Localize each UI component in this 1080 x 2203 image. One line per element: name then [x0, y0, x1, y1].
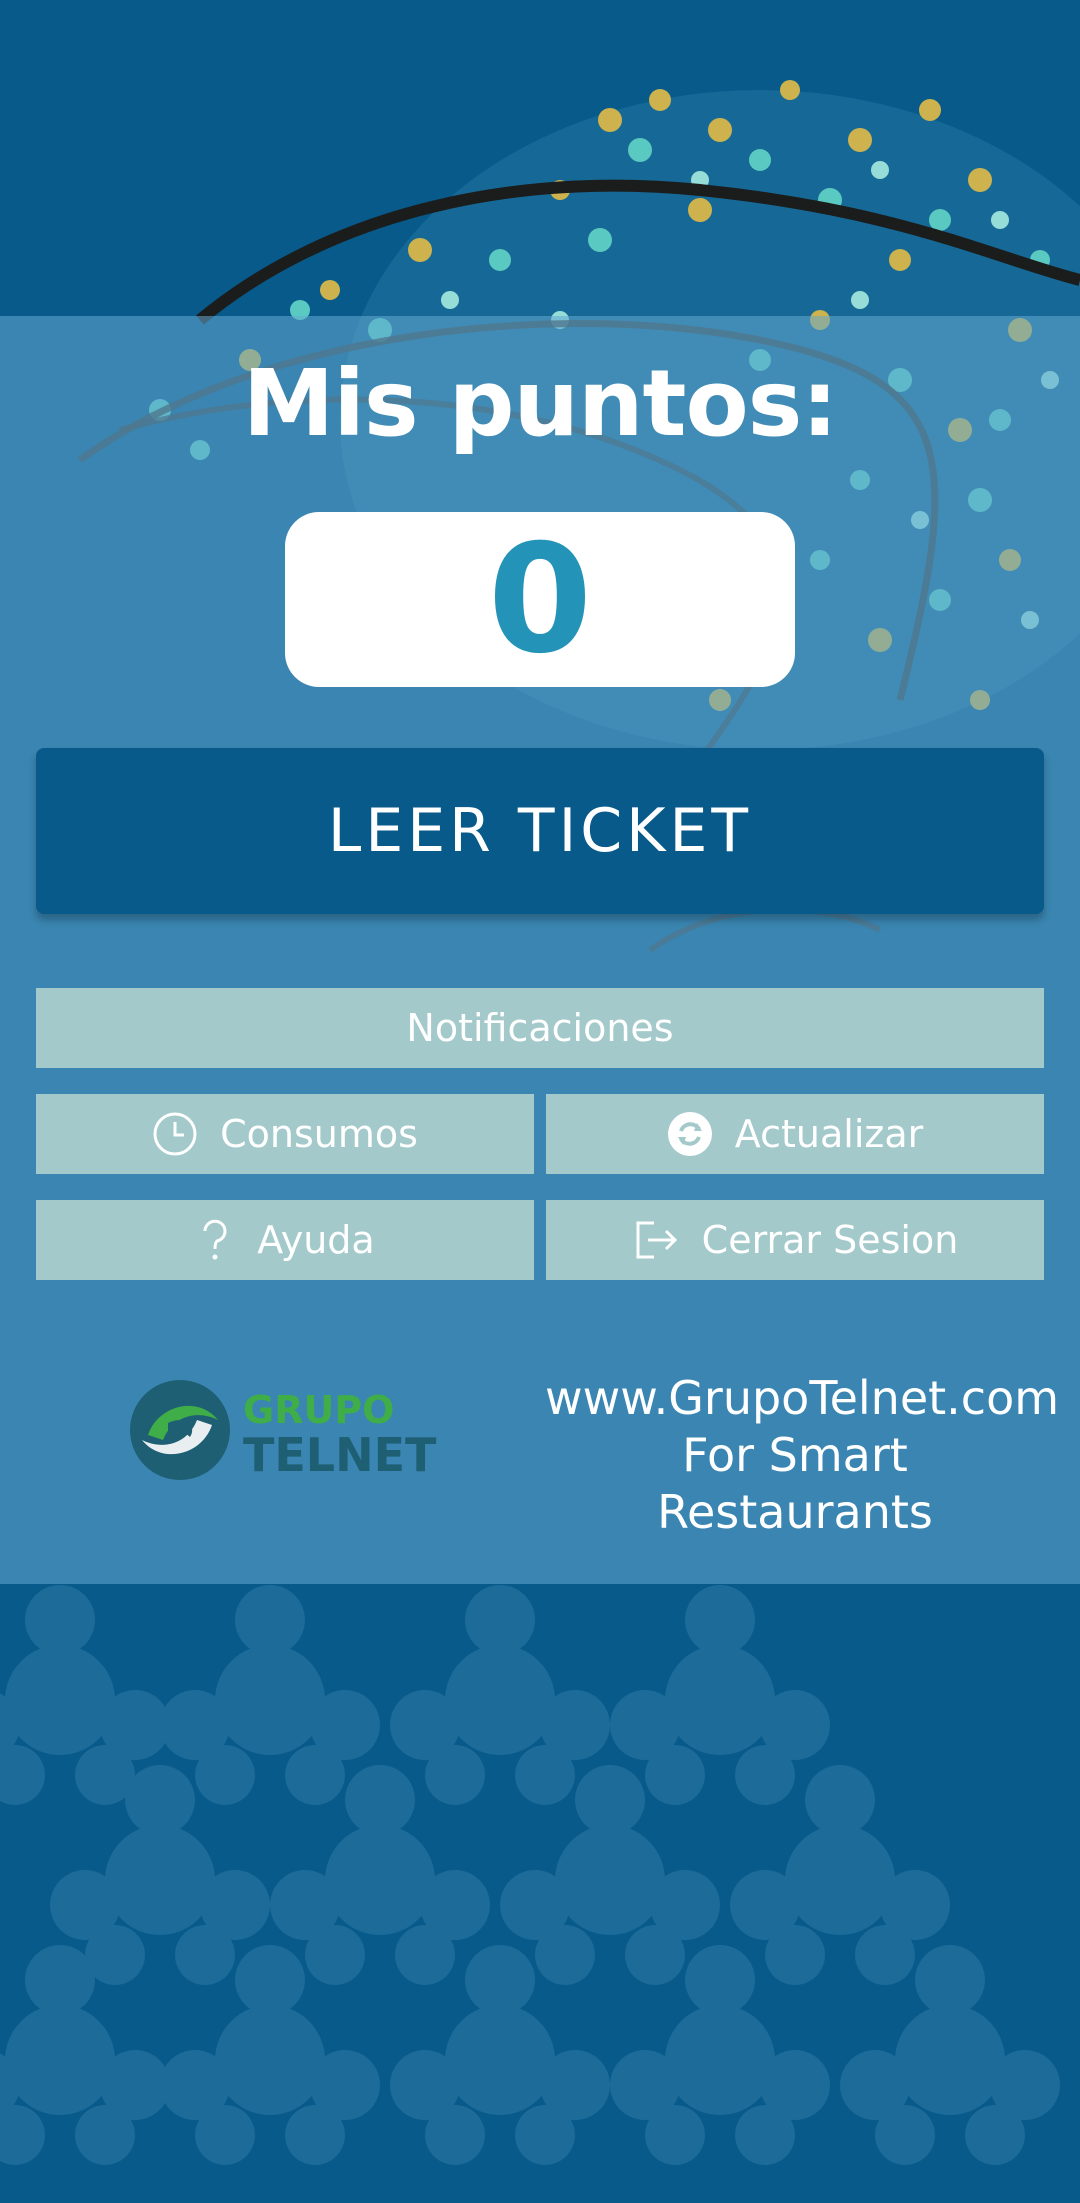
consumption-button[interactable]: Consumos	[36, 1094, 534, 1174]
tagline-line1: For Smart	[682, 1428, 908, 1482]
refresh-button[interactable]: Actualizar	[546, 1094, 1044, 1174]
page-title: Mis puntos:	[242, 350, 838, 457]
svg-text:GRUPO: GRUPO	[243, 1388, 394, 1432]
logout-icon	[632, 1217, 680, 1263]
points-value: 0	[487, 512, 593, 687]
logout-label: Cerrar Sesion	[701, 1218, 959, 1262]
question-icon	[195, 1217, 235, 1263]
refresh-icon	[667, 1111, 713, 1157]
clock-icon	[152, 1111, 198, 1157]
read-ticket-button[interactable]: LEER TICKET	[36, 748, 1044, 914]
notifications-button[interactable]: Notificaciones	[36, 988, 1044, 1068]
points-display: 0	[285, 512, 795, 687]
tagline-line2: Restaurants	[657, 1485, 933, 1539]
svg-text:TELNET: TELNET	[243, 1428, 437, 1482]
logout-button[interactable]: Cerrar Sesion	[546, 1200, 1044, 1280]
consumption-label: Consumos	[220, 1112, 418, 1156]
refresh-label: Actualizar	[734, 1112, 924, 1156]
website-link[interactable]: www.GrupoTelnet.com	[545, 1370, 1059, 1427]
footer-text: www.GrupoTelnet.com For Smart Restaurant…	[545, 1370, 1059, 1541]
grupo-telnet-logo: GRUPO TELNET	[128, 1375, 448, 1485]
help-label: Ayuda	[257, 1218, 375, 1262]
help-button[interactable]: Ayuda	[36, 1200, 534, 1280]
notifications-label: Notificaciones	[406, 1006, 674, 1050]
